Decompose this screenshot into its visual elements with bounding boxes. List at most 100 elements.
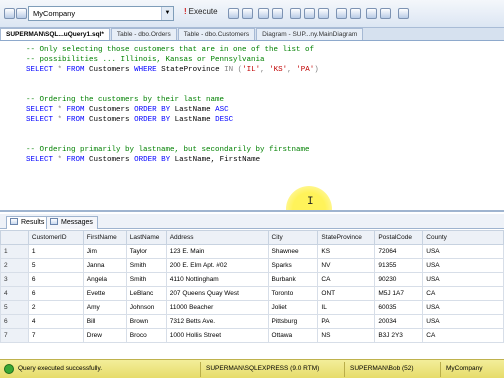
table-cell[interactable]: 90230 <box>374 272 424 287</box>
table-cell[interactable]: 7 <box>27 328 84 343</box>
table-cell[interactable]: ONT <box>317 286 376 301</box>
table-cell[interactable]: 2 <box>27 300 84 315</box>
tab-orders[interactable]: Table - dbo.Orders <box>110 28 177 40</box>
table-cell[interactable]: Smith <box>125 258 167 273</box>
table-cell[interactable]: Taylor <box>125 244 167 259</box>
table-cell[interactable]: M5J 1A7 <box>374 286 424 301</box>
table-cell[interactable]: 20034 <box>374 314 424 329</box>
table-row[interactable]: 6 4 Bill Brown 7312 Betts Ave. Pittsburg PA 200… <box>0 314 504 329</box>
column-header[interactable]: Address <box>165 230 269 245</box>
table-cell[interactable]: 1 <box>27 244 84 259</box>
specify-values-icon[interactable] <box>398 8 409 19</box>
table-row[interactable]: 7 7 Drew Broco 1000 Hollis Street Ottawa NS B3J… <box>0 328 504 343</box>
table-cell[interactable]: Bill <box>82 314 127 329</box>
results-to-text-icon[interactable] <box>290 8 301 19</box>
table-cell[interactable]: USA <box>422 314 504 329</box>
table-cell[interactable]: Angela <box>82 272 127 287</box>
results-to-grid-icon[interactable] <box>304 8 315 19</box>
table-cell[interactable]: Janna <box>82 258 127 273</box>
table-cell[interactable]: PA <box>317 314 376 329</box>
table-cell[interactable]: Joliet <box>267 300 319 315</box>
table-cell[interactable]: 1000 Hollis Street <box>165 328 269 343</box>
table-row[interactable]: 4 6 Evette LeBlanc 207 Queens Quay West Toron… <box>0 286 504 301</box>
table-cell[interactable]: Amy <box>82 300 127 315</box>
table-cell[interactable]: 72064 <box>374 244 424 259</box>
table-cell[interactable]: CA <box>317 272 376 287</box>
table-cell[interactable]: Brown <box>125 314 167 329</box>
column-header[interactable]: LastName <box>125 230 167 245</box>
table-cell[interactable]: Toronto <box>267 286 319 301</box>
table-cell[interactable]: Shawnee <box>267 244 319 259</box>
object-explorer-icon[interactable] <box>16 8 27 19</box>
table-cell[interactable]: Pittsburg <box>267 314 319 329</box>
table-cell[interactable]: Jim <box>82 244 127 259</box>
table-cell[interactable]: 91355 <box>374 258 424 273</box>
column-header[interactable]: StateProvince <box>317 230 376 245</box>
table-cell[interactable]: 7312 Betts Ave. <box>165 314 269 329</box>
column-header[interactable]: County <box>422 230 504 245</box>
column-header[interactable]: City <box>267 230 319 245</box>
cancel-query-icon[interactable] <box>242 8 253 19</box>
parse-icon[interactable] <box>228 8 239 19</box>
column-header[interactable]: FirstName <box>82 230 127 245</box>
chevron-down-icon[interactable]: ▼ <box>161 7 173 20</box>
table-cell[interactable]: LeBlanc <box>125 286 167 301</box>
table-row[interactable]: 3 6 Angela Smith 4110 Nottingham Burbank CA 902… <box>0 272 504 287</box>
table-cell[interactable]: NV <box>317 258 376 273</box>
tab-diagram[interactable]: Diagram - SUP...ny.MainDiagram <box>256 28 364 40</box>
indent-icon[interactable] <box>380 8 391 19</box>
tab-messages[interactable]: Messages <box>46 216 98 229</box>
table-cell[interactable]: USA <box>422 258 504 273</box>
table-cell[interactable]: 123 E. Main <box>165 244 269 259</box>
table-cell[interactable]: 6 <box>27 286 84 301</box>
row-header-corner[interactable] <box>0 230 29 245</box>
table-cell[interactable]: 4110 Nottingham <box>165 272 269 287</box>
tab-query1[interactable]: SUPERMAN\SQL...uQuery1.sql* <box>0 28 110 40</box>
table-cell[interactable]: 5 <box>27 258 84 273</box>
estimated-plan-icon[interactable] <box>258 8 269 19</box>
table-cell[interactable]: Drew <box>82 328 127 343</box>
table-cell[interactable]: Smith <box>125 272 167 287</box>
tab-customers[interactable]: Table - dbo.Customers <box>177 28 256 40</box>
row-number[interactable]: 4 <box>0 286 29 301</box>
table-row[interactable]: 1 1 Jim Taylor 123 E. Main Shawnee KS 72064 USA <box>0 244 504 259</box>
query-editor[interactable]: -- Only selecting those customers that a… <box>0 42 504 212</box>
table-cell[interactable]: USA <box>422 300 504 315</box>
table-cell[interactable]: Evette <box>82 286 127 301</box>
table-cell[interactable]: 60035 <box>374 300 424 315</box>
execute-button[interactable]: ! Execute <box>184 7 218 16</box>
row-number[interactable]: 6 <box>0 314 29 329</box>
table-row[interactable]: 5 2 Amy Johnson 11000 Beacher Joliet IL 60035 US… <box>0 300 504 315</box>
column-header[interactable]: CustomerID <box>27 230 84 245</box>
table-cell[interactable]: 207 Queens Quay West <box>165 286 269 301</box>
results-grid[interactable]: CustomerID FirstName LastName Address City St… <box>0 230 504 359</box>
table-cell[interactable]: 200 E. Elm Apt. #02 <box>165 258 269 273</box>
table-cell[interactable]: 11000 Beacher <box>165 300 269 315</box>
table-cell[interactable]: NS <box>317 328 376 343</box>
uncomment-icon[interactable] <box>350 8 361 19</box>
table-cell[interactable]: Johnson <box>125 300 167 315</box>
table-row[interactable]: 2 5 Janna Smith 200 E. Elm Apt. #02 Sparks NV 9… <box>0 258 504 273</box>
row-number[interactable]: 3 <box>0 272 29 287</box>
column-header[interactable]: PostalCode <box>374 230 424 245</box>
row-number[interactable]: 7 <box>0 328 29 343</box>
row-number[interactable]: 2 <box>0 258 29 273</box>
table-cell[interactable]: Sparks <box>267 258 319 273</box>
database-selector[interactable]: MyCompany ▼ <box>28 6 174 21</box>
table-cell[interactable]: CA <box>422 286 504 301</box>
tab-results[interactable]: Results <box>6 216 50 229</box>
comment-icon[interactable] <box>336 8 347 19</box>
row-number[interactable]: 1 <box>0 244 29 259</box>
table-cell[interactable]: KS <box>317 244 376 259</box>
row-number[interactable]: 5 <box>0 300 29 315</box>
table-cell[interactable]: USA <box>422 244 504 259</box>
table-cell[interactable]: Broco <box>125 328 167 343</box>
table-cell[interactable]: USA <box>422 272 504 287</box>
query-options-icon[interactable] <box>272 8 283 19</box>
table-cell[interactable]: B3J 2Y3 <box>374 328 424 343</box>
table-cell[interactable]: Burbank <box>267 272 319 287</box>
table-cell[interactable]: 4 <box>27 314 84 329</box>
outdent-icon[interactable] <box>366 8 377 19</box>
table-cell[interactable]: Ottawa <box>267 328 319 343</box>
database-icon[interactable] <box>4 8 15 19</box>
